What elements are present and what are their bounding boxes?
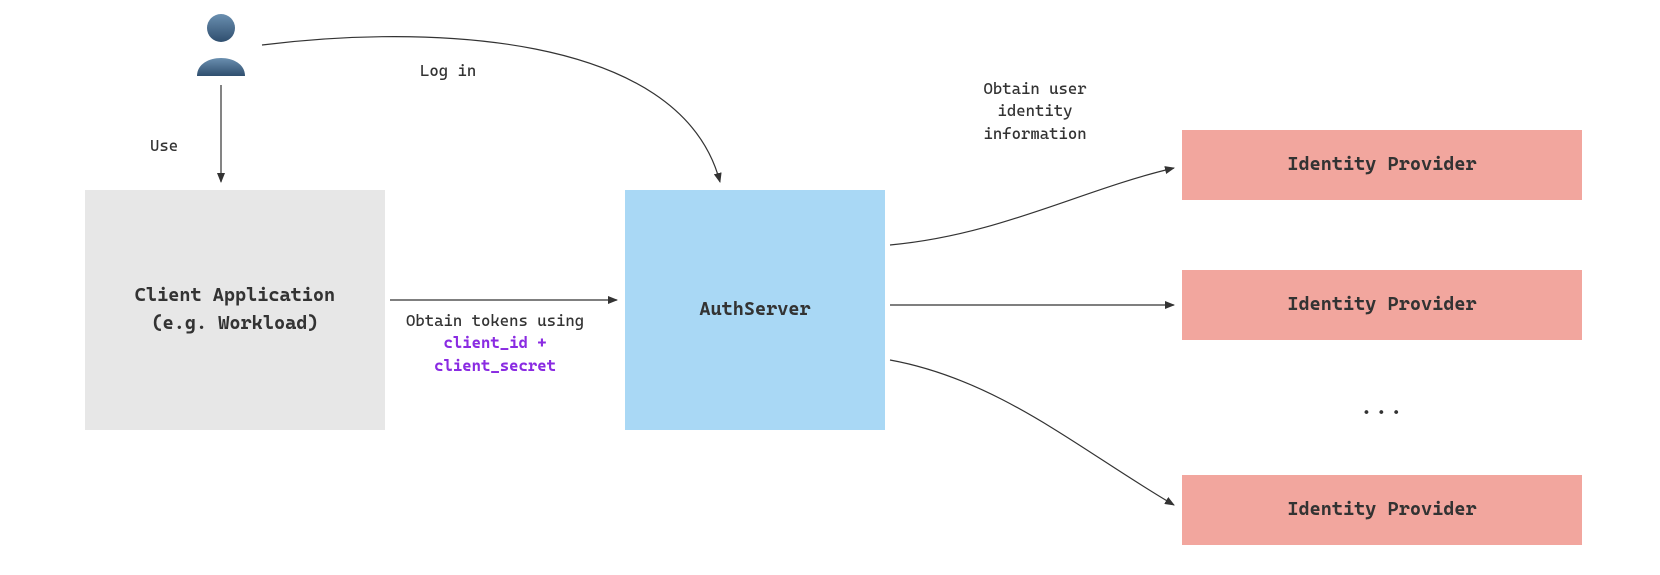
tokens-client-secret: client_secret bbox=[434, 356, 556, 375]
authserver-label: AuthServer bbox=[699, 296, 810, 324]
edge-label-login: Log in bbox=[420, 60, 476, 82]
authserver-node: AuthServer bbox=[625, 190, 885, 430]
edge-label-use: Use bbox=[150, 135, 178, 157]
tokens-prefix: Obtain tokens using bbox=[406, 311, 584, 330]
identity-provider-node-2: Identity Provider bbox=[1182, 270, 1582, 340]
arrow-idp-1 bbox=[890, 168, 1174, 245]
identity-provider-node-1: Identity Provider bbox=[1182, 130, 1582, 200]
identity-provider-node-3: Identity Provider bbox=[1182, 475, 1582, 545]
tokens-join: + bbox=[528, 333, 547, 352]
identity-provider-label-1: Identity Provider bbox=[1287, 151, 1476, 179]
edge-label-obtain-identity: Obtain user identity information bbox=[965, 78, 1105, 145]
client-application-line2: (e.g. Workload) bbox=[151, 312, 318, 334]
ellipsis: ... bbox=[1360, 395, 1405, 420]
tokens-client-id: client_id bbox=[443, 333, 527, 352]
arrow-idp-3 bbox=[890, 360, 1174, 505]
identity-provider-label-2: Identity Provider bbox=[1287, 291, 1476, 319]
arrow-login bbox=[262, 37, 720, 182]
edge-label-obtain-tokens: Obtain tokens using client_id + client_s… bbox=[395, 310, 595, 377]
client-application-line1: Client Application bbox=[135, 284, 335, 306]
user-icon bbox=[191, 10, 251, 78]
identity-provider-label-3: Identity Provider bbox=[1287, 496, 1476, 524]
client-application-node: Client Application (e.g. Workload) bbox=[85, 190, 385, 430]
